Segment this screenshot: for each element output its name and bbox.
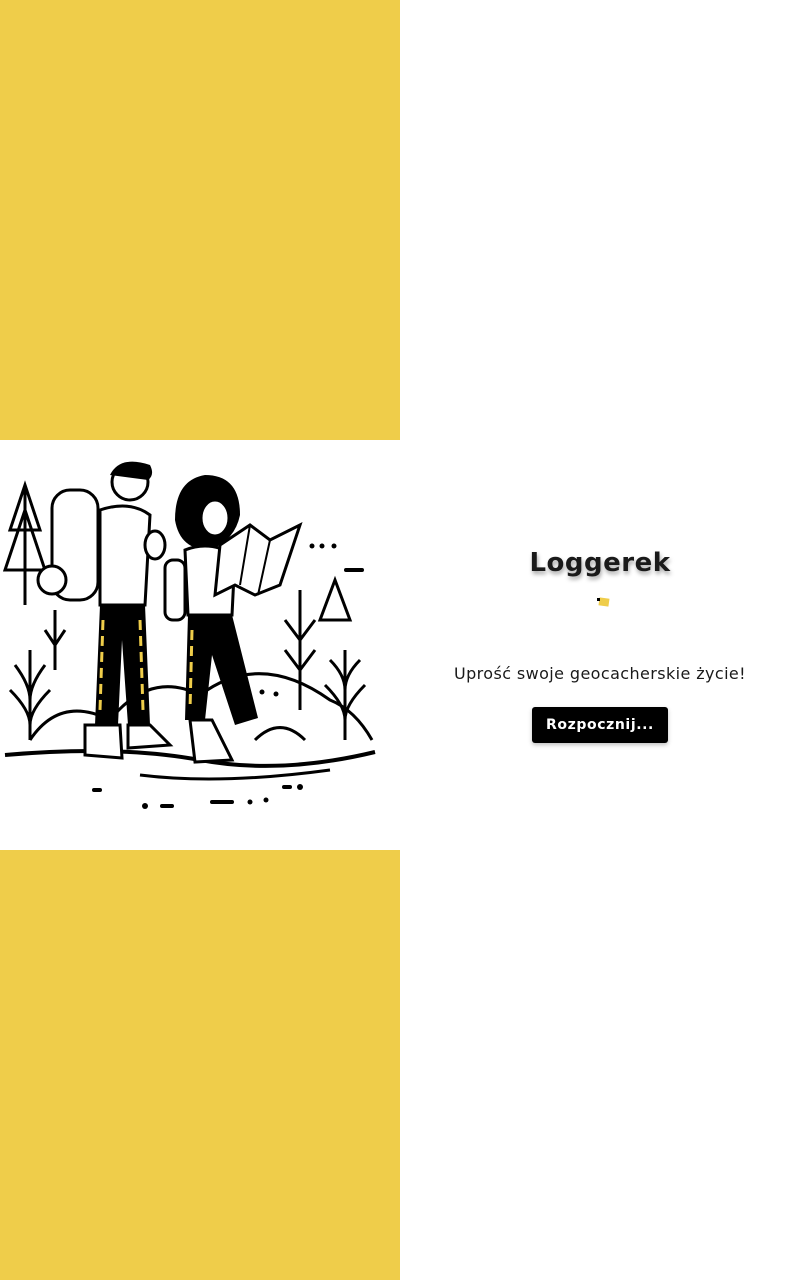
tagline: Uprość swoje geocacherskie życie! xyxy=(454,664,746,683)
hikers-with-map-icon xyxy=(2,461,376,809)
hero-panel xyxy=(0,0,400,1280)
hikers-with-map-illustration xyxy=(0,440,400,850)
welcome-panel: Loggerek Uprość swoje geocacherskie życi… xyxy=(400,0,800,1280)
app-title: Loggerek xyxy=(529,548,671,578)
start-button[interactable]: Rozpocznij... xyxy=(532,707,668,743)
geocache-box-icon xyxy=(597,597,610,607)
